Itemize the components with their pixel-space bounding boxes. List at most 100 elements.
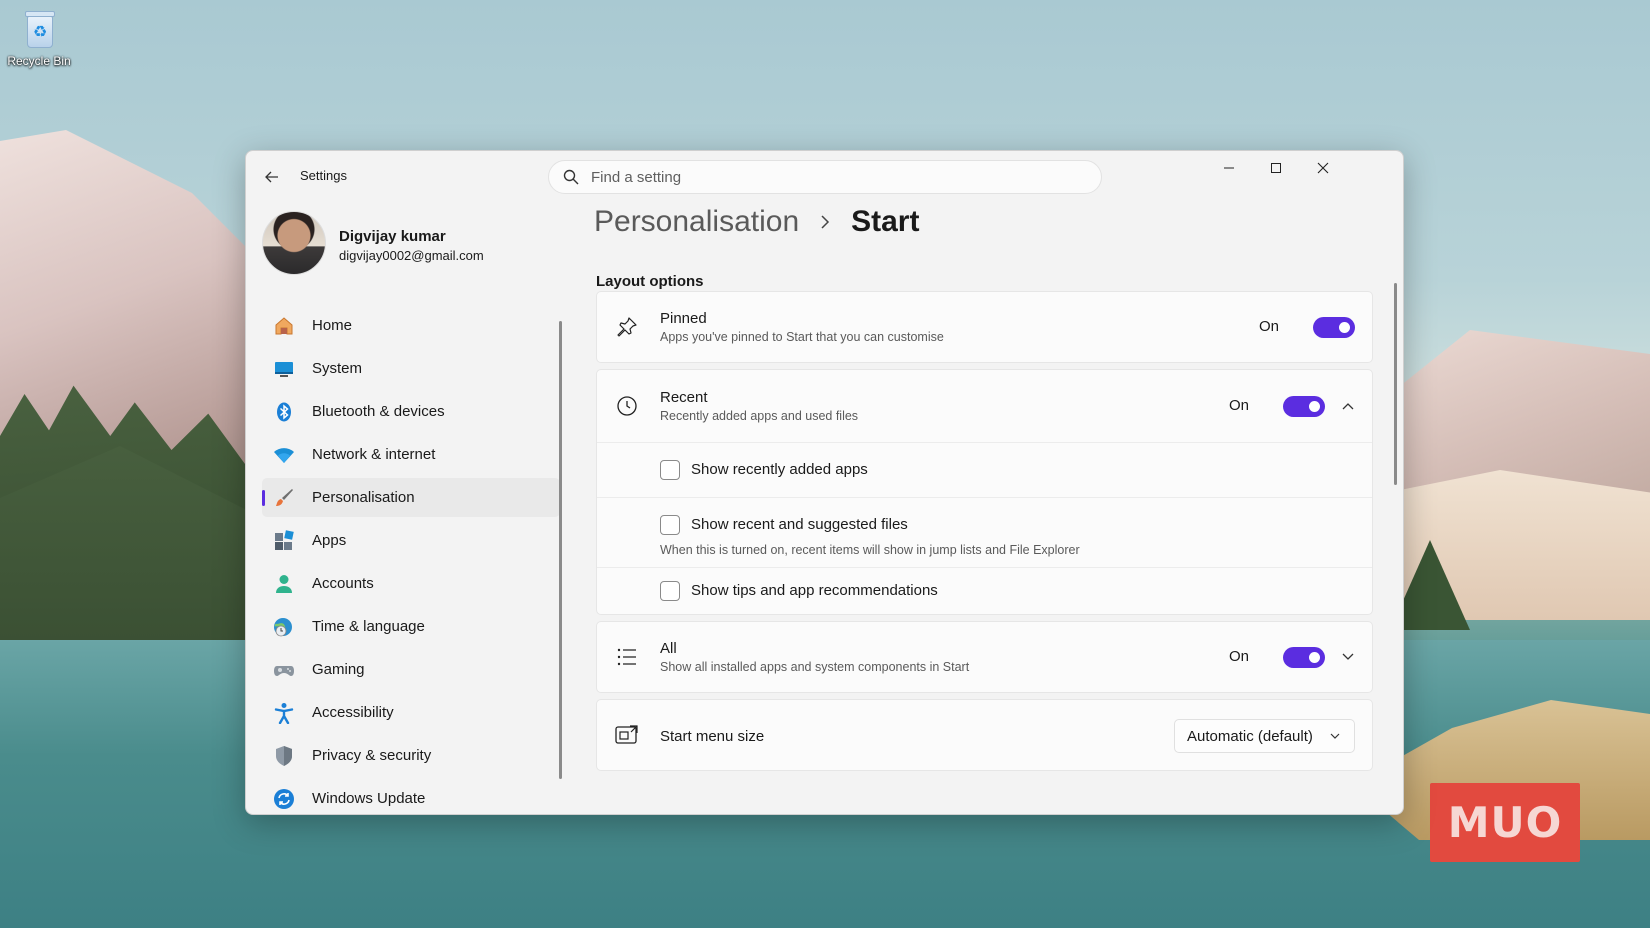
all-setting-card: All Show all installed apps and system c… xyxy=(596,621,1373,693)
gamepad-icon xyxy=(272,658,296,682)
all-row[interactable]: All Show all installed apps and system c… xyxy=(597,622,1372,692)
pinned-setting-card: Pinned Apps you've pinned to Start that … xyxy=(596,291,1373,363)
recent-option-row[interactable]: Show recently added apps xyxy=(597,442,1372,497)
chevron-down-icon xyxy=(1330,733,1340,739)
show-tips-checkbox[interactable] xyxy=(660,581,680,601)
menu-size-setting-card: Start menu size Automatic (default) xyxy=(596,699,1373,771)
sidebar-item-network[interactable]: Network & internet xyxy=(262,435,560,474)
accessibility-icon xyxy=(272,701,296,725)
globe-clock-icon xyxy=(272,615,296,639)
breadcrumb: Personalisation Start xyxy=(594,205,919,239)
recycle-bin-label: Recycle Bin xyxy=(7,54,71,68)
search-box[interactable] xyxy=(548,160,1102,194)
checkbox-label: Show recently added apps xyxy=(691,461,868,478)
sidebar-item-accounts[interactable]: Accounts xyxy=(262,564,560,603)
sidebar-item-label: Accessibility xyxy=(312,704,394,721)
search-input[interactable] xyxy=(591,168,1071,186)
chevron-up-icon[interactable] xyxy=(1338,396,1358,416)
sidebar-item-personalisation[interactable]: Personalisation xyxy=(262,478,560,517)
sidebar-item-label: Privacy & security xyxy=(312,747,432,764)
show-recently-added-checkbox[interactable] xyxy=(660,460,680,480)
section-title: Layout options xyxy=(596,273,704,290)
all-toggle[interactable] xyxy=(1283,647,1325,668)
apps-icon xyxy=(272,529,296,553)
sidebar-item-label: Gaming xyxy=(312,661,365,678)
app-title: Settings xyxy=(300,168,347,183)
avatar xyxy=(262,211,326,275)
bluetooth-icon xyxy=(272,400,296,424)
sidebar-item-home[interactable]: Home xyxy=(262,306,560,345)
recent-option-row[interactable]: Show tips and app recommendations xyxy=(597,567,1372,614)
profile-name: Digvijay kumar xyxy=(339,228,446,245)
maximize-button[interactable] xyxy=(1252,151,1300,185)
sidebar-item-accessibility[interactable]: Accessibility xyxy=(262,693,560,732)
update-icon xyxy=(272,787,296,811)
shield-icon xyxy=(272,744,296,768)
sidebar-item-privacy[interactable]: Privacy & security xyxy=(262,736,560,775)
sidebar-item-label: Network & internet xyxy=(312,446,436,463)
sidebar-item-label: Personalisation xyxy=(312,489,415,506)
wifi-icon xyxy=(272,443,296,467)
profile-email: digvijay0002@gmail.com xyxy=(339,248,484,263)
sidebar-item-label: System xyxy=(312,360,363,377)
menu-size-dropdown[interactable]: Automatic (default) xyxy=(1174,719,1355,753)
user-profile[interactable]: Digvijay kumar digvijay0002@gmail.com xyxy=(262,211,522,277)
pinned-subtitle: Apps you've pinned to Start that you can… xyxy=(660,330,944,344)
pin-icon xyxy=(615,315,639,339)
pinned-title: Pinned xyxy=(660,310,707,327)
sidebar-item-label: Bluetooth & devices xyxy=(312,403,445,420)
system-icon xyxy=(272,357,296,381)
sidebar-nav: Home System Bluetooth & devices Network … xyxy=(262,306,560,814)
page-title: Start xyxy=(851,205,920,238)
recent-row[interactable]: Recent Recently added apps and used file… xyxy=(597,370,1372,442)
sidebar-item-label: Apps xyxy=(312,532,347,549)
arrow-left-icon xyxy=(265,171,278,183)
muo-watermark: MUO xyxy=(1430,783,1580,862)
show-recent-files-checkbox[interactable] xyxy=(660,515,680,535)
recent-toggle[interactable] xyxy=(1283,396,1325,417)
recycle-bin-icon: ♻ xyxy=(19,6,59,50)
sidebar-item-label: Home xyxy=(312,317,353,334)
home-icon xyxy=(272,314,296,338)
sidebar-item-label: Time & language xyxy=(312,618,425,635)
pinned-row[interactable]: Pinned Apps you've pinned to Start that … xyxy=(597,292,1372,362)
close-icon xyxy=(1317,162,1329,174)
recycle-bin-shortcut[interactable]: ♻ Recycle Bin xyxy=(4,6,74,68)
sidebar-item-bluetooth[interactable]: Bluetooth & devices xyxy=(262,392,560,431)
chevron-right-icon xyxy=(819,209,831,235)
sidebar-item-windows-update[interactable]: Windows Update xyxy=(262,779,560,814)
minimize-icon xyxy=(1224,167,1234,169)
recent-subtitle: Recently added apps and used files xyxy=(660,409,859,423)
chevron-down-icon[interactable] xyxy=(1338,647,1358,667)
breadcrumb-parent[interactable]: Personalisation xyxy=(594,205,799,239)
recent-option-row[interactable]: Show recent and suggested files When thi… xyxy=(597,497,1372,567)
sidebar-item-label: Windows Update xyxy=(312,790,426,807)
brush-icon xyxy=(272,486,296,510)
sidebar-item-label: Accounts xyxy=(312,575,374,592)
sidebar-item-apps[interactable]: Apps xyxy=(262,521,560,560)
list-icon xyxy=(615,645,639,669)
recent-toggle-state: On xyxy=(1228,397,1249,414)
checkbox-label: Show tips and app recommendations xyxy=(691,582,938,599)
checkbox-note: When this is turned on, recent items wil… xyxy=(660,543,1080,557)
maximize-icon xyxy=(1271,163,1281,173)
sidebar-item-time-language[interactable]: Time & language xyxy=(262,607,560,646)
main-scrollbar[interactable] xyxy=(1394,283,1397,485)
start-menu-size-icon xyxy=(615,723,639,747)
sidebar-item-gaming[interactable]: Gaming xyxy=(262,650,560,689)
close-button[interactable] xyxy=(1299,151,1347,185)
menu-size-row: Start menu size Automatic (default) xyxy=(597,700,1372,770)
pinned-toggle[interactable] xyxy=(1313,317,1355,338)
minimize-button[interactable] xyxy=(1205,151,1253,185)
all-title: All xyxy=(660,640,677,657)
menu-size-title: Start menu size xyxy=(660,728,765,745)
back-button[interactable] xyxy=(258,163,286,191)
pinned-toggle-state: On xyxy=(1258,318,1279,335)
settings-window: Settings Digvijay kumar digvijay0002@gma… xyxy=(245,150,1404,815)
recent-title: Recent xyxy=(660,389,708,406)
accounts-icon xyxy=(272,572,296,596)
watermark-text: MUO xyxy=(1447,798,1563,847)
all-subtitle: Show all installed apps and system compo… xyxy=(660,660,970,674)
sidebar-scrollbar[interactable] xyxy=(559,321,562,779)
sidebar-item-system[interactable]: System xyxy=(262,349,560,388)
